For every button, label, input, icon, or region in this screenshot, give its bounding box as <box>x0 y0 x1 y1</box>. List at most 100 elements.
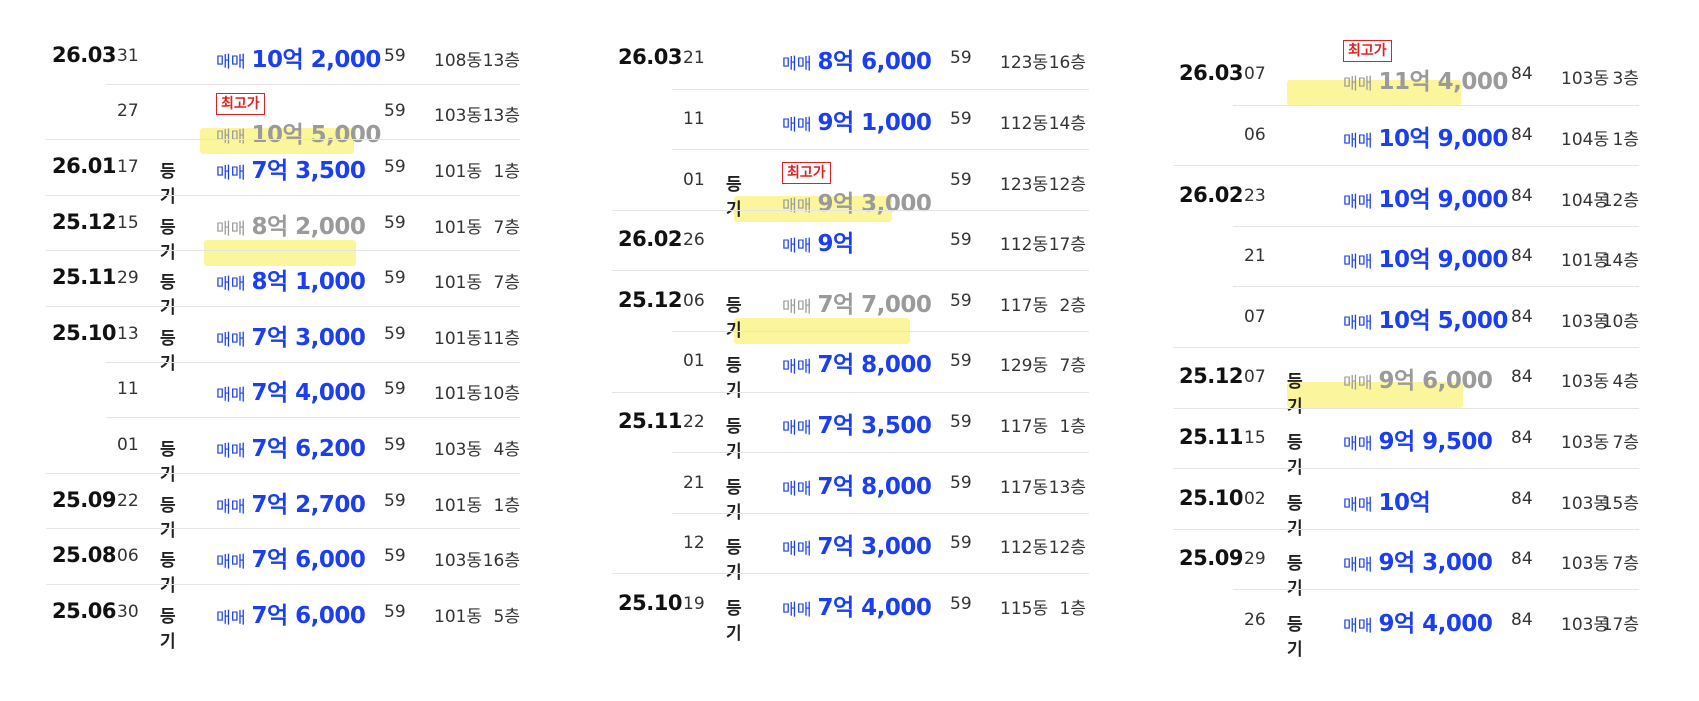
floor-number: 11층 <box>482 328 520 349</box>
floor-number: 12층 <box>1601 190 1639 211</box>
area-size: 59 <box>384 157 406 177</box>
trade-price[interactable]: 매매 8억 2,000 <box>216 207 366 241</box>
trade-price[interactable]: 매매 7억 8,000 <box>782 467 932 501</box>
trade-type: 매매 <box>216 385 246 405</box>
trade-day: 15 <box>1244 427 1266 448</box>
trade-price[interactable]: 매매 9억 4,000 <box>1343 604 1493 638</box>
floor-number: 10층 <box>1601 311 1639 332</box>
area-size: 84 <box>1511 427 1533 448</box>
trade-day: 29 <box>117 268 139 289</box>
registered-badge: 등기 <box>160 217 176 263</box>
price-amount: 10억 <box>1378 489 1431 516</box>
trade-type: 매매 <box>1343 130 1373 150</box>
registered-badge: 등기 <box>1287 432 1303 478</box>
row-divider <box>1233 589 1639 591</box>
trade-day: 26 <box>683 230 705 251</box>
price-amount: 7억 2,700 <box>251 491 366 518</box>
trade-day: 22 <box>683 411 705 432</box>
trade-type: 매매 <box>782 478 812 498</box>
area-size: 84 <box>1511 609 1533 630</box>
price-amount: 7억 3,000 <box>251 324 366 351</box>
trade-type: 매매 <box>1343 615 1373 635</box>
row-divider <box>1233 104 1639 106</box>
trade-day: 07 <box>1244 306 1266 327</box>
trade-price[interactable]: 매매 9억 3,000 <box>782 184 932 218</box>
trade-price[interactable]: 매매 7억 7,000 <box>782 285 932 319</box>
trade-day: 13 <box>117 323 139 344</box>
trade-day: 21 <box>1244 246 1266 267</box>
registered-badge: 등기 <box>160 551 176 597</box>
row-divider <box>46 139 520 141</box>
trade-price[interactable]: 매매 7억 6,200 <box>216 429 366 463</box>
price-amount: 7억 6,000 <box>251 547 366 574</box>
trade-price[interactable]: 매매 7억 3,500 <box>782 406 932 440</box>
area-size: 59 <box>950 411 972 432</box>
area-size: 84 <box>1511 185 1533 206</box>
trade-type: 매매 <box>216 163 246 182</box>
floor-number: 14층 <box>1048 113 1086 134</box>
row-divider <box>46 528 520 530</box>
trade-price[interactable]: 매매 10억 <box>1343 483 1431 517</box>
area-size: 59 <box>950 593 972 614</box>
trade-price[interactable]: 매매 10억 9,000 <box>1343 240 1508 274</box>
trade-price[interactable]: 매매 10억 2,000 <box>216 40 381 74</box>
area-size: 59 <box>384 435 406 455</box>
trade-type: 매매 <box>782 599 812 619</box>
trade-month: 25.12 <box>1179 364 1243 389</box>
trade-price[interactable]: 매매 10억 9,000 <box>1343 180 1508 214</box>
trade-price[interactable]: 매매 7억 3,000 <box>216 318 366 352</box>
floor-number: 7층 <box>1612 554 1639 575</box>
floor-number: 7층 <box>1059 356 1086 377</box>
trade-price[interactable]: 매매 9억 <box>782 224 854 258</box>
registered-badge: 등기 <box>726 174 742 220</box>
trade-type: 매매 <box>782 196 812 215</box>
trade-price[interactable]: 매매 11억 4,000 <box>1343 62 1508 96</box>
trade-price[interactable]: 매매 7억 3,500 <box>216 151 366 185</box>
trade-price[interactable]: 매매 7억 8,000 <box>782 345 932 379</box>
trade-price[interactable]: 매매 9억 9,500 <box>1343 422 1493 456</box>
area-size: 59 <box>950 48 972 69</box>
trade-price[interactable]: 매매 7억 3,000 <box>782 527 932 561</box>
trade-type: 매매 <box>216 218 246 238</box>
trade-price[interactable]: 매매 8억 6,000 <box>782 42 932 76</box>
trade-price[interactable]: 매매 9억 6,000 <box>1343 361 1493 395</box>
trade-day: 12 <box>683 533 705 554</box>
row-divider <box>1173 347 1639 348</box>
trade-type: 매매 <box>216 607 246 627</box>
trade-price[interactable]: 매매 8억 1,000 <box>216 262 366 296</box>
price-amount: 10억 9,000 <box>1378 186 1508 213</box>
trade-type: 매매 <box>216 329 246 349</box>
trade-type: 매매 <box>782 417 812 437</box>
trade-type: 매매 <box>782 114 812 134</box>
trade-month: 25.12 <box>618 287 682 312</box>
trade-price[interactable]: 매매 10억 5,000 <box>216 115 381 149</box>
trade-price[interactable]: 매매 10억 5,000 <box>1343 301 1508 335</box>
trade-price[interactable]: 매매 7억 6,000 <box>216 540 366 574</box>
trade-day: 27 <box>117 101 139 122</box>
trade-price[interactable]: 매매 7억 4,000 <box>216 373 366 407</box>
price-amount: 7억 8,000 <box>817 473 932 500</box>
trade-price[interactable]: 매매 10억 9,000 <box>1343 119 1508 153</box>
area-size: 59 <box>384 101 406 122</box>
row-divider <box>612 391 1089 393</box>
registered-badge: 등기 <box>1287 493 1303 539</box>
trade-price[interactable]: 매매 7억 6,000 <box>216 596 366 630</box>
registered-badge: 등기 <box>160 606 176 652</box>
trade-price[interactable]: 매매 9억 1,000 <box>782 103 932 137</box>
trade-price[interactable]: 매매 7억 4,000 <box>782 588 932 622</box>
row-divider <box>1173 468 1639 470</box>
price-amount: 8억 2,000 <box>251 213 366 240</box>
price-amount: 11억 4,000 <box>1378 69 1508 95</box>
trade-price[interactable]: 매매 7억 2,700 <box>216 485 366 519</box>
registered-badge: 등기 <box>726 416 742 462</box>
row-divider <box>672 452 1089 454</box>
row-divider <box>1173 528 1639 530</box>
trade-type: 매매 <box>782 236 812 256</box>
trade-month: 26.03 <box>618 45 682 70</box>
trade-price[interactable]: 매매 9억 3,000 <box>1343 543 1493 577</box>
trade-day: 23 <box>1244 185 1266 206</box>
price-amount: 9억 <box>817 231 854 258</box>
price-amount: 10억 5,000 <box>251 122 381 148</box>
trade-type: 매매 <box>216 496 246 516</box>
area-size: 59 <box>384 268 406 289</box>
